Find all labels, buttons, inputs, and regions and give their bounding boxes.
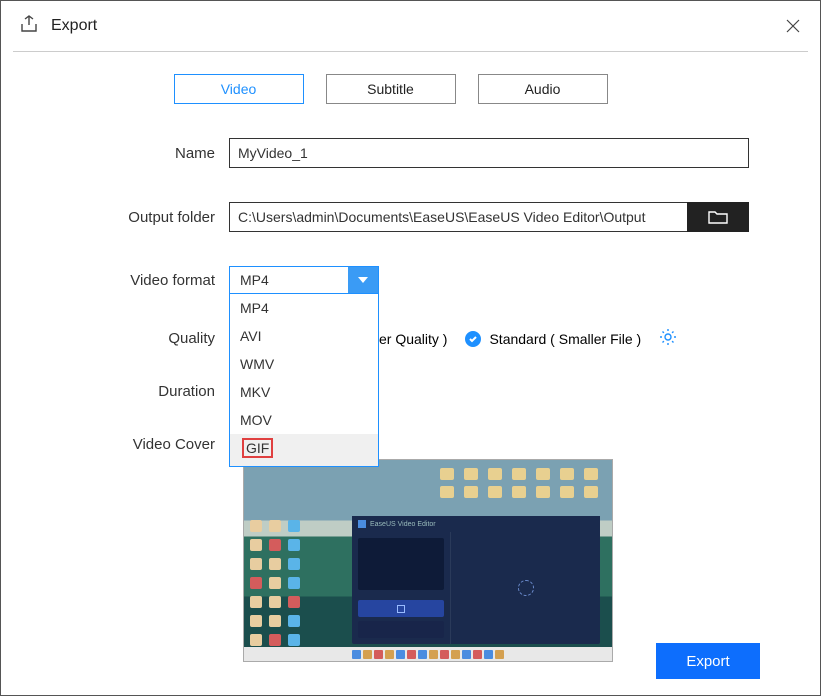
content-area: Video Subtitle Audio Name Output folder … (1, 52, 820, 662)
title-bar: Export (1, 1, 820, 51)
taskbar-preview (244, 647, 612, 661)
tab-audio[interactable]: Audio (478, 74, 608, 104)
export-tabs: Video Subtitle Audio (21, 74, 760, 104)
quality-high-partial: er Quality ) (379, 331, 447, 347)
name-input[interactable] (229, 138, 749, 168)
row-quality: Quality er Quality ) Standard ( Smaller … (21, 328, 760, 349)
radio-standard[interactable] (465, 331, 481, 347)
video-cover-preview[interactable]: EaseUS Video Editor (243, 459, 613, 662)
format-option-mkv[interactable]: MKV (230, 378, 378, 406)
format-option-gif[interactable]: GIF (230, 434, 378, 466)
row-name: Name (21, 138, 760, 168)
desktop-left-icons (250, 520, 304, 650)
dropdown-list: MP4 AVI WMV MKV MOV GIF (229, 294, 379, 467)
output-path-display: C:\Users\admin\Documents\EaseUS\EaseUS V… (229, 202, 687, 232)
browse-folder-button[interactable] (687, 202, 749, 232)
label-quality: Quality (21, 330, 229, 347)
desktop-top-icons (440, 468, 602, 498)
dropdown-selected-value: MP4 (230, 272, 348, 288)
row-duration: Duration (21, 383, 760, 400)
row-video-cover: Video Cover (21, 422, 760, 453)
format-option-mov[interactable]: MOV (230, 406, 378, 434)
row-video-format: Video format MP4 MP4 AVI WMV MKV MOV GIF (21, 266, 760, 294)
format-option-avi[interactable]: AVI (230, 322, 378, 350)
footer: Export (656, 643, 760, 679)
chevron-down-icon (348, 267, 378, 293)
app-window-preview: EaseUS Video Editor (352, 516, 600, 644)
label-name: Name (21, 145, 229, 162)
label-output-folder: Output folder (21, 209, 229, 226)
label-video-format: Video format (21, 272, 229, 289)
quality-standard-label: Standard ( Smaller File ) (489, 331, 641, 347)
quality-options: er Quality ) Standard ( Smaller File ) (379, 328, 677, 349)
label-duration: Duration (21, 383, 229, 400)
gif-highlight-box: GIF (242, 438, 273, 458)
export-button[interactable]: Export (656, 643, 760, 679)
window-title: Export (51, 17, 97, 35)
export-icon (19, 14, 39, 39)
gear-icon[interactable] (659, 328, 677, 349)
format-option-wmv[interactable]: WMV (230, 350, 378, 378)
label-video-cover: Video Cover (21, 422, 229, 453)
format-option-mp4[interactable]: MP4 (230, 294, 378, 322)
output-path-box: C:\Users\admin\Documents\EaseUS\EaseUS V… (229, 202, 749, 232)
close-button[interactable] (780, 13, 806, 39)
row-output-folder: Output folder C:\Users\admin\Documents\E… (21, 202, 760, 232)
video-format-dropdown[interactable]: MP4 MP4 AVI WMV MKV MOV GIF (229, 266, 379, 294)
tab-video[interactable]: Video (174, 74, 304, 104)
title-left: Export (19, 14, 97, 39)
tab-subtitle[interactable]: Subtitle (326, 74, 456, 104)
